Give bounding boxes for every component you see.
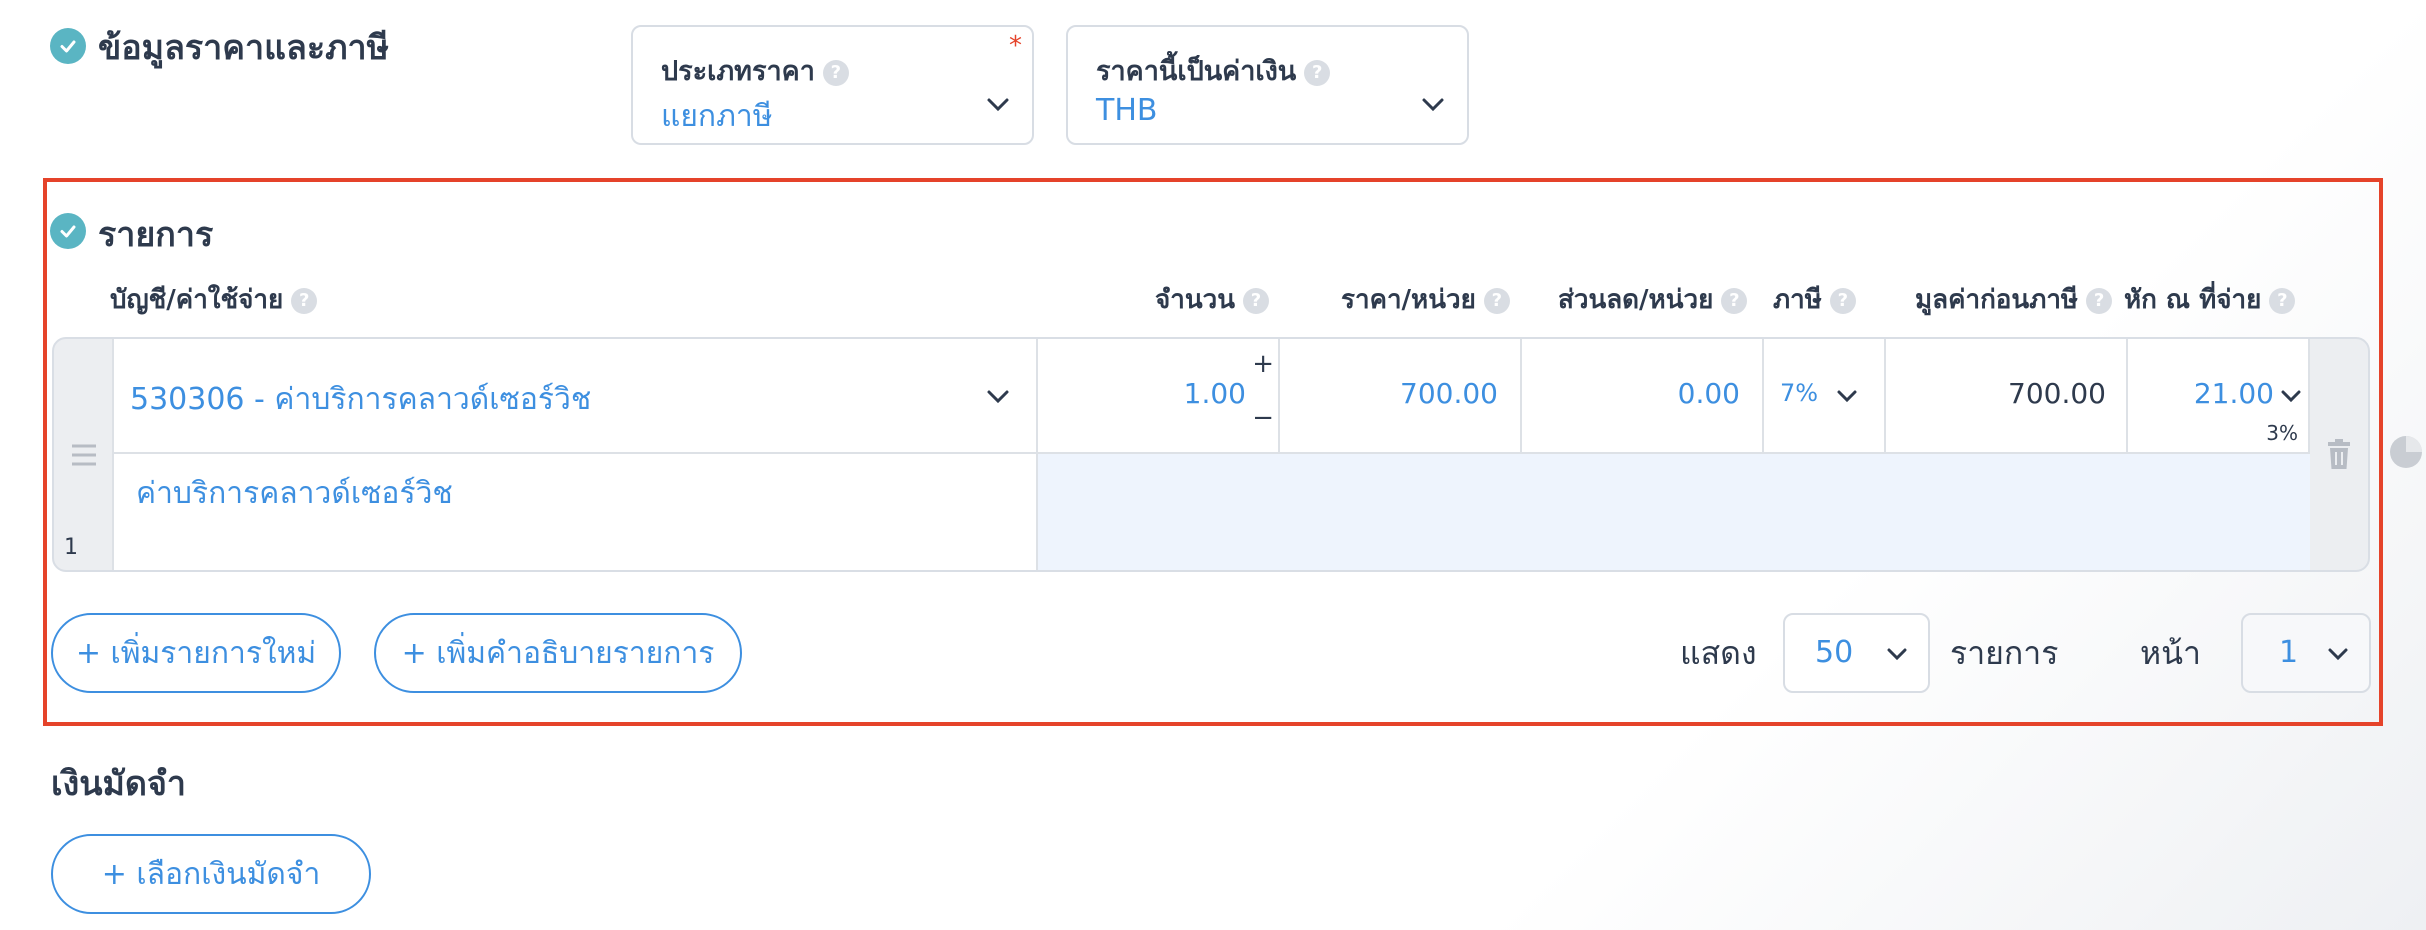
chevron-down-icon <box>987 390 1009 404</box>
col-unit-price-label: ราคา/หน่วย <box>1341 285 1476 315</box>
currency-value: THB <box>1096 93 1158 128</box>
help-icon[interactable]: ? <box>291 287 318 314</box>
col-pretax: มูลค่าก่อนภาษี? <box>1915 279 2113 320</box>
help-icon[interactable]: ? <box>1721 287 1748 314</box>
row-detail-area <box>1038 454 2310 570</box>
description-input[interactable]: ค่าบริการคลาวด์เซอร์วิช <box>112 454 1038 570</box>
pretax-value-cell: 700.00 <box>1886 339 2128 454</box>
col-tax: ภาษี? <box>1773 279 1856 320</box>
chevron-down-icon <box>2281 390 2301 403</box>
unit-price-value: 700.00 <box>1400 377 1498 410</box>
trash-icon[interactable] <box>2326 439 2352 469</box>
deposit-title: เงินมัดจำ <box>51 764 186 804</box>
price-type-select[interactable]: ประเภทราคา? * แยกภาษี <box>631 25 1034 145</box>
col-pretax-label: มูลค่าก่อนภาษี <box>1915 285 2079 315</box>
per-page-value: 50 <box>1815 635 1854 670</box>
row-index: 1 <box>64 535 78 560</box>
chevron-down-icon <box>987 98 1009 112</box>
price-type-label-text: ประเภทราคา <box>661 56 815 87</box>
col-discount: ส่วนลด/หน่วย? <box>1558 279 1748 320</box>
chevron-down-icon <box>1422 98 1444 112</box>
col-wht-label: หัก ณ ที่จ่าย <box>2124 285 2262 315</box>
required-mark: * <box>1009 31 1022 61</box>
col-unit-price: ราคา/หน่วย? <box>1341 279 1510 320</box>
qty-value: 1.00 <box>1183 377 1246 410</box>
tax-select[interactable]: 7% <box>1764 339 1886 454</box>
col-qty: จำนวน? <box>1155 279 1269 320</box>
wht-value: 21.00 <box>2193 377 2274 410</box>
pretax-value: 700.00 <box>2008 377 2106 410</box>
page-value: 1 <box>2279 635 2299 670</box>
help-icon[interactable]: ? <box>1304 59 1331 86</box>
wht-select[interactable]: 21.00 3% <box>2128 339 2310 454</box>
col-wht: หัก ณ ที่จ่าย? <box>2124 279 2296 320</box>
chevron-down-icon <box>2328 648 2348 661</box>
check-icon <box>50 28 86 64</box>
currency-label-text: ราคานี้เป็นค่าเงิน <box>1096 56 1297 87</box>
unit-price-input[interactable]: 700.00 <box>1280 339 1522 454</box>
col-qty-label: จำนวน <box>1155 285 1235 315</box>
help-icon[interactable]: ? <box>1829 287 1856 314</box>
help-icon[interactable]: ? <box>2086 287 2113 314</box>
help-icon[interactable]: ? <box>1483 287 1510 314</box>
add-item-button[interactable]: + เพิ่มรายการใหม่ <box>51 613 341 693</box>
help-icon[interactable]: ? <box>822 59 849 86</box>
account-select[interactable]: 530306 - ค่าบริการคลาวด์เซอร์วิช <box>112 339 1038 454</box>
qty-decrement-button[interactable]: − <box>1252 403 1274 433</box>
chevron-down-icon <box>1887 648 1907 661</box>
page-select[interactable]: 1 <box>2241 613 2371 693</box>
qty-increment-button[interactable]: + <box>1252 349 1274 379</box>
items-label: รายการ <box>1950 634 2059 672</box>
per-page-label: แสดง <box>1680 634 1757 672</box>
chevron-down-icon <box>1837 390 1857 403</box>
item-row: 1 530306 - ค่าบริการคลาวด์เซอร์วิช 1.00 … <box>52 337 2370 572</box>
price-tax-title: ข้อมูลราคาและภาษี <box>98 28 390 68</box>
account-value: 530306 - ค่าบริการคลาวด์เซอร์วิช <box>130 382 592 417</box>
price-type-label: ประเภทราคา? <box>661 49 849 92</box>
col-account-label: บัญชี/ค่าใช้จ่าย <box>110 285 284 315</box>
description-value: ค่าบริการคลาวด์เซอร์วิช <box>136 476 453 511</box>
price-type-value: แยกภาษี <box>661 99 773 134</box>
pie-icon[interactable] <box>2388 434 2424 470</box>
items-title: รายการ <box>98 215 214 255</box>
select-deposit-button[interactable]: + เลือกเงินมัดจำ <box>51 834 371 914</box>
help-icon[interactable]: ? <box>2269 287 2296 314</box>
qty-input[interactable]: 1.00 + − <box>1038 339 1280 454</box>
currency-label: ราคานี้เป็นค่าเงิน? <box>1096 49 1331 92</box>
check-icon <box>50 213 86 249</box>
discount-value: 0.00 <box>1677 377 1740 410</box>
tax-value: 7% <box>1780 379 1819 407</box>
drag-handle-icon[interactable] <box>70 443 98 467</box>
help-icon[interactable]: ? <box>1242 287 1269 314</box>
wht-rate: 3% <box>2266 421 2298 445</box>
currency-select[interactable]: ราคานี้เป็นค่าเงิน? THB <box>1066 25 1469 145</box>
col-discount-label: ส่วนลด/หน่วย <box>1558 285 1714 315</box>
page-label: หน้า <box>2140 634 2201 672</box>
add-description-button[interactable]: + เพิ่มคำอธิบายรายการ <box>374 613 742 693</box>
per-page-select[interactable]: 50 <box>1783 613 1930 693</box>
col-account: บัญชี/ค่าใช้จ่าย? <box>110 279 318 320</box>
col-tax-label: ภาษี <box>1773 285 1822 315</box>
discount-input[interactable]: 0.00 <box>1522 339 1764 454</box>
